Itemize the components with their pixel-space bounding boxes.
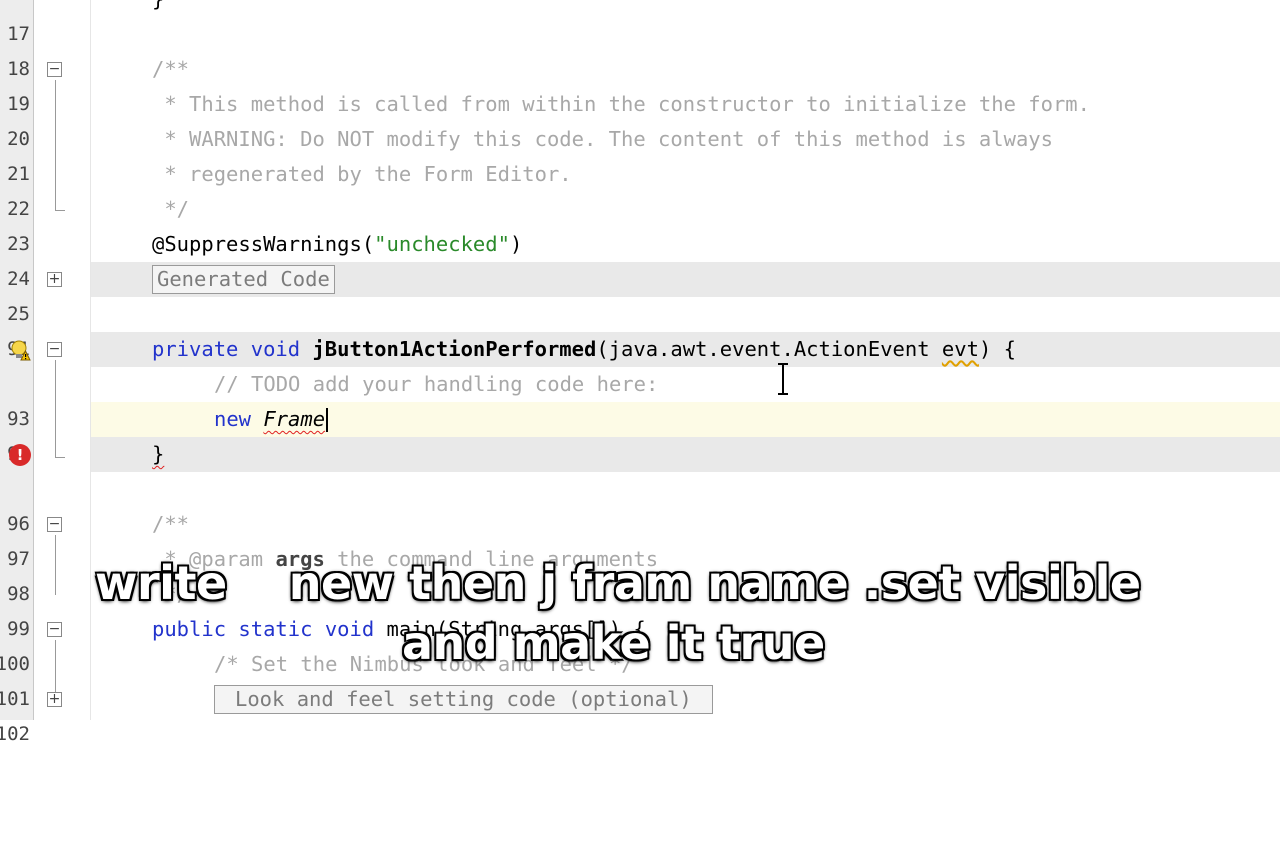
line-number: 102 bbox=[0, 723, 30, 745]
keyword: void bbox=[324, 617, 375, 641]
comment-text: /** bbox=[152, 512, 190, 536]
error-identifier: Frame bbox=[263, 407, 326, 431]
comment-text: */ bbox=[152, 197, 190, 221]
code-text: } bbox=[152, 0, 164, 17]
params-close: ) { bbox=[978, 337, 1016, 361]
keyword: static bbox=[238, 617, 313, 641]
fold-minus-icon[interactable]: − bbox=[47, 622, 62, 637]
lightbulb-warning-icon[interactable] bbox=[9, 339, 31, 361]
comment-text: * WARNING: Do NOT modify this code. The … bbox=[152, 127, 1053, 151]
comment-text: * This method is called from within the … bbox=[152, 92, 1090, 116]
keyword: void bbox=[250, 337, 301, 361]
fold-minus-icon[interactable]: − bbox=[47, 342, 62, 357]
fold-minus-icon[interactable]: − bbox=[47, 62, 62, 77]
code-line: 18 bbox=[0, 17, 1280, 80]
fold-plus-icon[interactable]: + bbox=[47, 692, 62, 707]
param-name: evt bbox=[941, 337, 979, 361]
comment-text: // TODO add your handling code here: bbox=[214, 372, 659, 396]
keyword: new bbox=[214, 407, 252, 431]
comment-text: * regenerated by the Form Editor. bbox=[152, 162, 572, 186]
code-line: 20 * This method is called from within t… bbox=[0, 87, 1280, 150]
code-line: 25 + Generated Code bbox=[0, 262, 1280, 325]
code-line: 91 bbox=[0, 297, 1280, 360]
method-name: jButton1ActionPerformed bbox=[312, 337, 597, 361]
fold-minus-icon[interactable]: − bbox=[47, 517, 62, 532]
fold-plus-icon[interactable]: + bbox=[47, 272, 62, 287]
caption-line-2: and make it true bbox=[402, 616, 825, 670]
keyword: public bbox=[152, 617, 227, 641]
text-caret bbox=[326, 408, 329, 432]
annotation: @SuppressWarnings( bbox=[152, 232, 375, 256]
caption-line-1: write new then j fram name .set visible bbox=[95, 556, 1141, 610]
code-line: 92 − private void jButton1ActionPerforme… bbox=[0, 332, 1280, 367]
string-literal: "unchecked" bbox=[374, 232, 510, 256]
code-line: 95 ! } bbox=[0, 437, 1280, 472]
code-line: 19 − /** bbox=[0, 52, 1280, 115]
paren: ) bbox=[509, 232, 523, 256]
code-line: 23 */ bbox=[0, 192, 1280, 255]
code-line: 93 // TODO add your handling code here: bbox=[0, 367, 1280, 430]
code-line: 96 bbox=[0, 472, 1280, 535]
code-line: 21 * WARNING: Do NOT modify this code. T… bbox=[0, 122, 1280, 185]
annotation-line: @SuppressWarnings("unchecked") bbox=[152, 227, 522, 262]
code-text: } bbox=[152, 442, 165, 466]
comment-text: /** bbox=[152, 57, 190, 81]
code-line: 17 } bbox=[0, 0, 1280, 45]
code-line: 102 + Look and feel setting code (option… bbox=[0, 682, 1280, 745]
folded-code-block[interactable]: Look and feel setting code (optional) bbox=[214, 685, 713, 714]
error-icon[interactable]: ! bbox=[9, 444, 31, 466]
code-line-current: 94 new Frame bbox=[0, 402, 1280, 465]
folded-code-block[interactable]: Generated Code bbox=[152, 265, 335, 294]
params: (java.awt.event.ActionEvent bbox=[596, 337, 942, 361]
code-line: 22 * regenerated by the Form Editor. bbox=[0, 157, 1280, 220]
code-line: 24 @SuppressWarnings("unchecked") bbox=[0, 227, 1280, 290]
keyword: private bbox=[152, 337, 239, 361]
text-cursor-icon bbox=[778, 363, 788, 395]
code-line: 97 − /** bbox=[0, 507, 1280, 570]
